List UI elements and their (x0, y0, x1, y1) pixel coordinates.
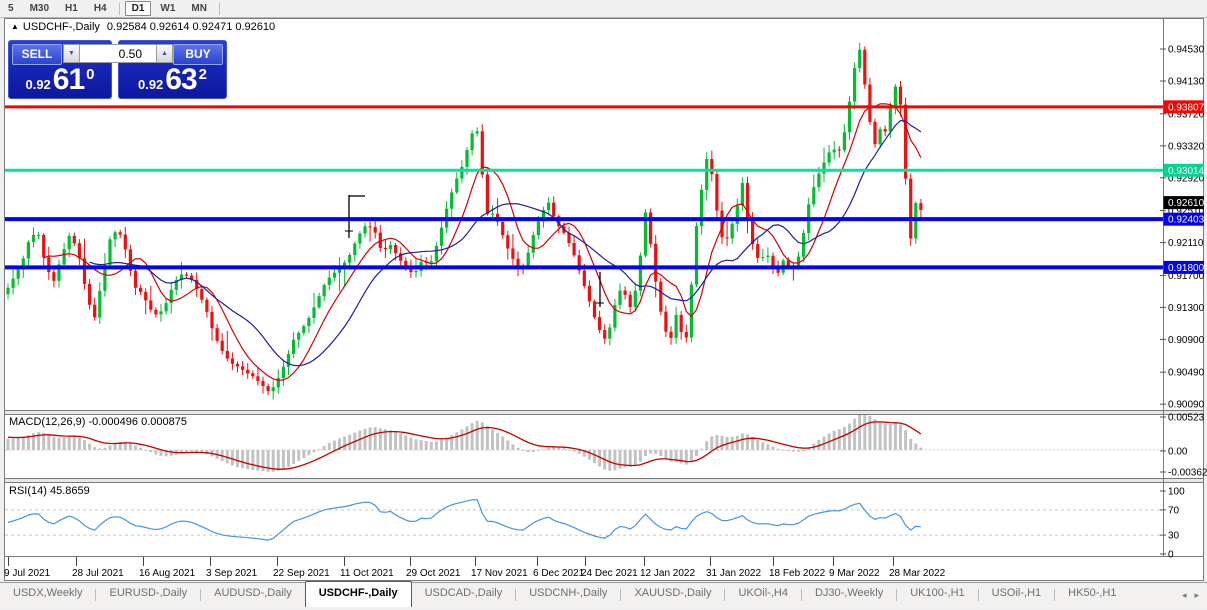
chart-tab-dj30-weekly[interactable]: DJ30-,Weekly (802, 583, 896, 607)
sell-price: 0.92 61 0 (9, 65, 111, 95)
axis-label: 0.91300 (1168, 303, 1205, 314)
sell-price-prefix: 0.92 (25, 77, 50, 92)
tab-scroll-arrows: ◂▸ (1182, 583, 1207, 607)
axis-label: 0 (1168, 550, 1174, 561)
chart-tab-usdx-weekly[interactable]: USDX,Weekly (0, 583, 95, 607)
macd-indicator-label: MACD(12,26,9) -0.000496 0.000875 (9, 416, 187, 428)
axis-label: 0.90490 (1168, 368, 1205, 379)
axis-label: 100 (1168, 487, 1185, 498)
buy-button[interactable]: BUY (173, 44, 223, 65)
date-label: 12 Jan 2022 (640, 568, 695, 579)
symbol-name: USDCHF-,Daily (23, 21, 100, 33)
date-label: 9 Jul 2021 (4, 568, 51, 579)
buy-price-pipette: 2 (199, 66, 207, 83)
axis-label: 0.92403 (1168, 215, 1205, 226)
axis-label: 0.93014 (1168, 166, 1205, 177)
ohlc-readout: 0.92584 0.92614 0.92471 0.92610 (107, 21, 275, 33)
buy-price-prefix: 0.92 (138, 77, 163, 92)
chart-tab-ukoil-h4[interactable]: UKOil-,H4 (725, 583, 801, 607)
chart-title: ▲ USDCHF-,Daily 0.92584 0.92614 0.92471 0.… (11, 21, 275, 33)
chart-tab-xauusd-daily[interactable]: XAUUSD-,Daily (621, 583, 724, 607)
one-click-trade-panel: 0.92 61 0 0.92 63 2 SELL BUY ▼ ▲ (8, 40, 227, 99)
axis-label: 0.00523 (1168, 413, 1205, 424)
tab-scroll-left-icon[interactable]: ◂ (1182, 590, 1187, 601)
volume-increase-icon[interactable]: ▲ (156, 44, 173, 63)
axis-label: 70 (1168, 505, 1180, 516)
date-label: 17 Nov 2021 (471, 568, 528, 579)
chart-tab-usoil-h1[interactable]: USOil-,H1 (979, 583, 1055, 607)
date-label: 11 Oct 2021 (340, 568, 394, 579)
chart-tab-eurusd-daily[interactable]: EURUSD-,Daily (96, 583, 200, 607)
volume-spinner: ▼ ▲ (63, 44, 173, 63)
chart-tab-bar: USDX,WeeklyEURUSD-,DailyAUDUSD-,DailyUSD… (0, 582, 1207, 607)
date-label: 28 Mar 2022 (889, 568, 946, 579)
axis-label: 30 (1168, 531, 1180, 542)
axis-label: 0.93320 (1168, 141, 1205, 152)
date-label: 28 Jul 2021 (72, 568, 124, 579)
volume-input[interactable] (80, 44, 156, 63)
axis-label: 0.92110 (1168, 238, 1204, 249)
sell-price-big: 61 (53, 65, 84, 95)
chart-tab-usdcnh-daily[interactable]: USDCNH-,Daily (516, 583, 620, 607)
axis-label: 0.94130 (1168, 77, 1205, 88)
axis-label: -0.003625 (1168, 468, 1207, 479)
axis-label: 0.92610 (1168, 198, 1205, 209)
rsi-indicator-label: RSI(14) 45.8659 (9, 485, 90, 497)
tab-scroll-right-icon[interactable]: ▸ (1194, 590, 1199, 601)
date-label: 6 Dec 2021 (533, 568, 585, 579)
sell-button[interactable]: SELL (12, 44, 62, 65)
date-label: 18 Feb 2022 (769, 568, 826, 579)
chart-tab-audusd-daily[interactable]: AUDUSD-,Daily (201, 583, 305, 607)
chart-tab-usdcad-daily[interactable]: USDCAD-,Daily (412, 583, 516, 607)
sell-price-pipette: 0 (86, 66, 94, 83)
chart-tab-hk50-h1[interactable]: HK50-,H1 (1055, 583, 1129, 607)
axis-label: 0.94530 (1168, 45, 1205, 56)
symbol-collapse-icon[interactable]: ▲ (11, 22, 19, 31)
buy-price: 0.92 63 2 (119, 65, 226, 95)
volume-decrease-icon[interactable]: ▼ (63, 44, 80, 63)
date-label: 24 Dec 2021 (581, 568, 638, 579)
axis-label: 0.93807 (1168, 102, 1205, 113)
axis-label: 0.90900 (1168, 335, 1205, 346)
axis-label: 0.90090 (1168, 400, 1205, 411)
date-label: 3 Sep 2021 (206, 568, 258, 579)
axis-label: 0.91800 (1168, 263, 1205, 274)
date-label: 29 Oct 2021 (406, 568, 461, 579)
date-label: 31 Jan 2022 (706, 568, 761, 579)
date-label: 16 Aug 2021 (139, 568, 196, 579)
trading-terminal-window: 5M30H1H4D1W1MN 0.945300.941300.937200.93… (0, 0, 1207, 610)
buy-price-big: 63 (165, 65, 196, 95)
date-label: 22 Sep 2021 (273, 568, 330, 579)
chart-tab-usdchf-daily[interactable]: USDCHF-,Daily (305, 581, 412, 607)
chart-tab-uk100-h1[interactable]: UK100-,H1 (897, 583, 977, 607)
date-label: 9 Mar 2022 (829, 568, 880, 579)
axis-label: 0.00 (1168, 447, 1188, 458)
